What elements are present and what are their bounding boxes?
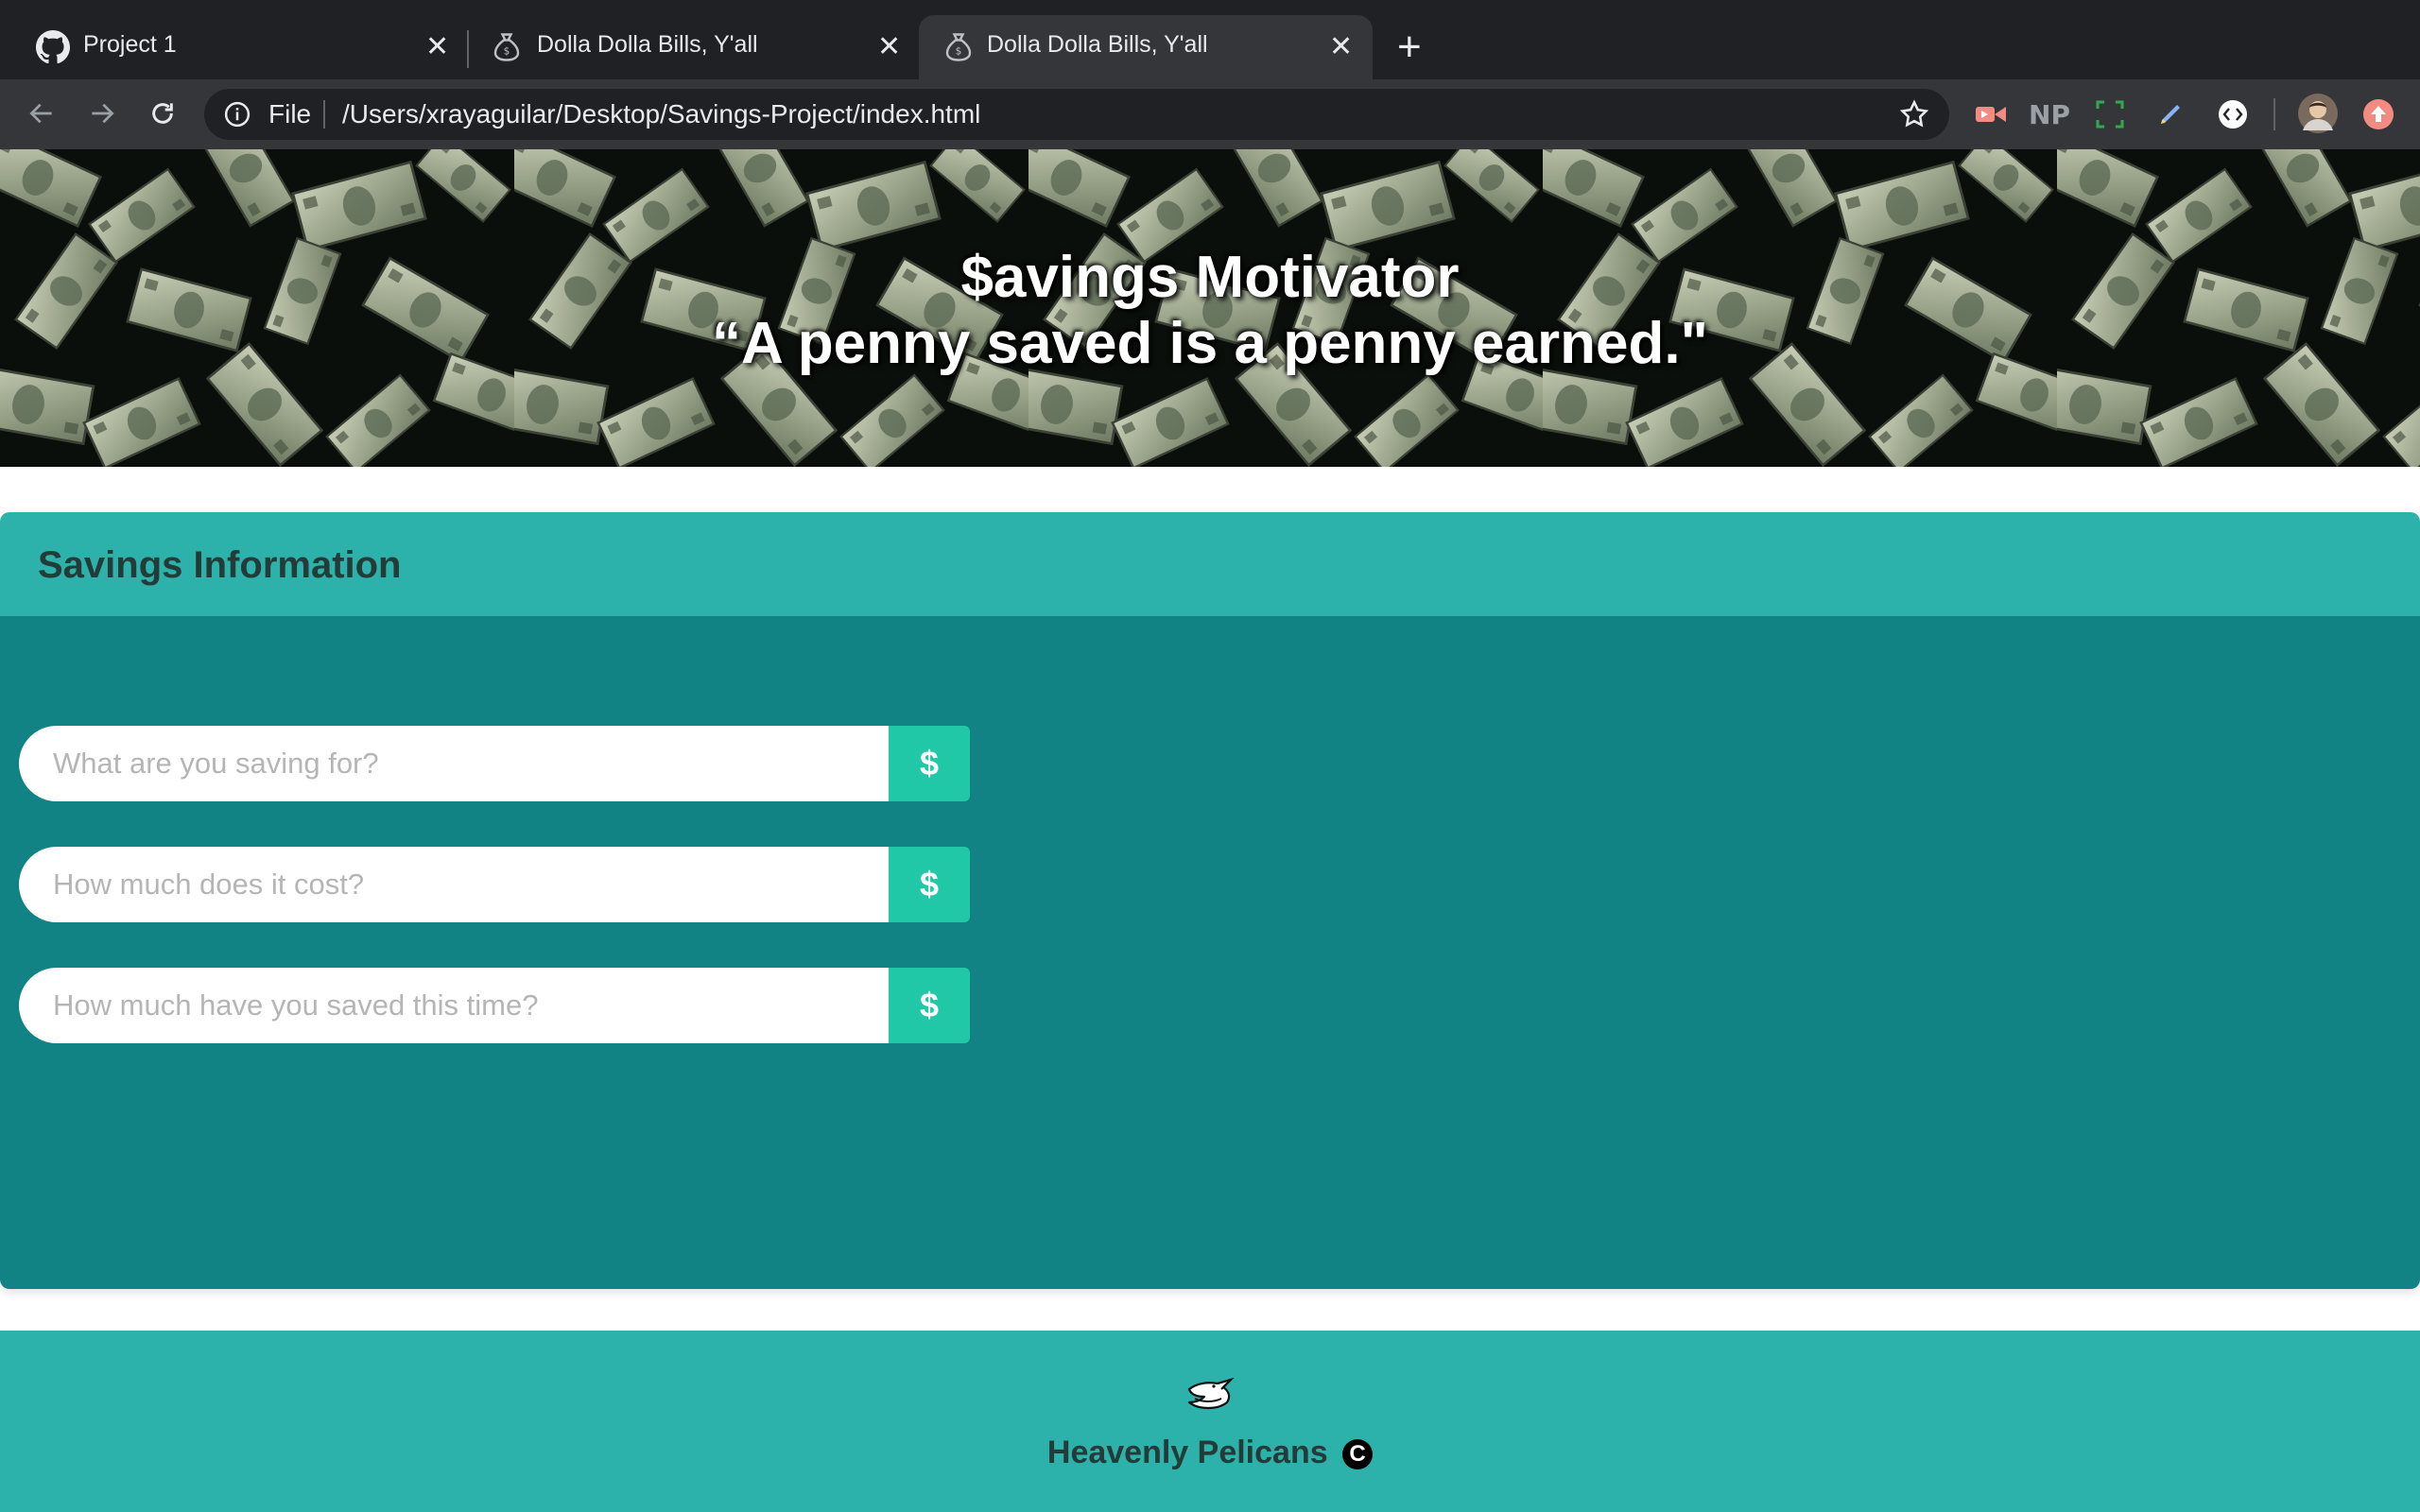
pen-extension-icon[interactable] — [2152, 95, 2189, 133]
new-tab-button[interactable]: + — [1397, 25, 1422, 70]
hero-banner: $avings Motivator “A penny saved is a pe… — [0, 149, 2420, 467]
tab-dolla-1[interactable]: $ Dolla Dolla Bills, Y'all ✕ — [454, 15, 917, 79]
tab-dolla-2-active[interactable]: $ Dolla Dolla Bills, Y'all ✕ — [919, 15, 1373, 79]
forward-button[interactable] — [81, 93, 123, 134]
pelican-icon — [1187, 1377, 1235, 1410]
close-icon[interactable]: ✕ — [1329, 31, 1353, 63]
reload-icon — [152, 103, 173, 124]
card-body: $ $ $ — [0, 616, 2420, 1289]
brand-name: Heavenly Pelicans — [1046, 1435, 1328, 1470]
saving-goal-input[interactable] — [19, 726, 890, 801]
tab-title: Dolla Dolla Bills, Y'all — [537, 31, 758, 58]
bookmark-star-icon[interactable] — [1898, 98, 1930, 130]
card-header: Savings Information — [0, 512, 2420, 616]
tab-project-1[interactable]: Project 1 ✕ — [0, 15, 463, 79]
reload-button[interactable] — [142, 93, 183, 134]
card-title: Savings Information — [38, 544, 402, 586]
info-icon[interactable] — [223, 100, 251, 129]
hero-quote: “A penny saved is a penny earned." — [712, 311, 1708, 376]
screenshot-extension-icon[interactable] — [2091, 95, 2129, 133]
saved-amount-field: $ — [19, 968, 970, 1043]
address-bar[interactable]: File /Users/xrayaguilar/Desktop/Savings-… — [204, 89, 1949, 140]
cost-input[interactable] — [19, 847, 890, 922]
tab-title: Dolla Dolla Bills, Y'all — [987, 31, 1208, 58]
video-extension-icon[interactable] — [1972, 95, 2010, 133]
copyright-icon: C — [1342, 1439, 1374, 1469]
dollar-icon: $ — [919, 744, 940, 782]
saved-amount-input[interactable] — [19, 968, 890, 1043]
browser-toolbar: File /Users/xrayaguilar/Desktop/Savings-… — [0, 79, 2420, 149]
svg-text:$: $ — [956, 46, 962, 58]
update-icon[interactable] — [2360, 95, 2397, 133]
tab-strip: Project 1 ✕ $ Dolla Dolla Bills, Y'all ✕… — [0, 0, 2420, 79]
arrow-right-icon — [92, 103, 114, 124]
saving-goal-field: $ — [19, 726, 970, 801]
dollar-icon: $ — [919, 986, 940, 1024]
tab-title: Project 1 — [83, 31, 177, 58]
money-bag-icon: $ — [493, 33, 520, 61]
url-text[interactable]: /Users/xrayaguilar/Desktop/Savings-Proje… — [342, 99, 980, 129]
github-icon — [36, 30, 70, 64]
dollar-addon-button[interactable]: $ — [889, 847, 970, 922]
svg-text:$: $ — [504, 46, 510, 58]
url-divider — [323, 100, 325, 129]
dollar-addon-button[interactable]: $ — [889, 726, 970, 801]
money-bag-icon: $ — [945, 33, 972, 61]
dollar-addon-button[interactable]: $ — [889, 968, 970, 1043]
savings-card: Savings Information $ $ $ — [0, 512, 2420, 1289]
back-button[interactable] — [21, 93, 62, 134]
footer: Heavenly Pelicans C — [0, 1331, 2420, 1512]
footer-brand: Heavenly Pelicans C — [0, 1435, 2420, 1471]
arrow-left-icon — [29, 103, 52, 124]
close-icon[interactable]: ✕ — [425, 31, 449, 63]
np-extension-icon[interactable]: NP — [2029, 95, 2070, 133]
dollar-icon: $ — [919, 865, 940, 903]
profile-avatar[interactable] — [2295, 91, 2341, 136]
page-title: $avings Motivator — [960, 245, 1460, 310]
toolbar-divider — [2273, 98, 2275, 130]
close-icon[interactable]: ✕ — [877, 31, 901, 63]
url-scheme: File — [268, 99, 312, 129]
code-extension-icon[interactable] — [2214, 95, 2252, 133]
cost-field: $ — [19, 847, 970, 922]
